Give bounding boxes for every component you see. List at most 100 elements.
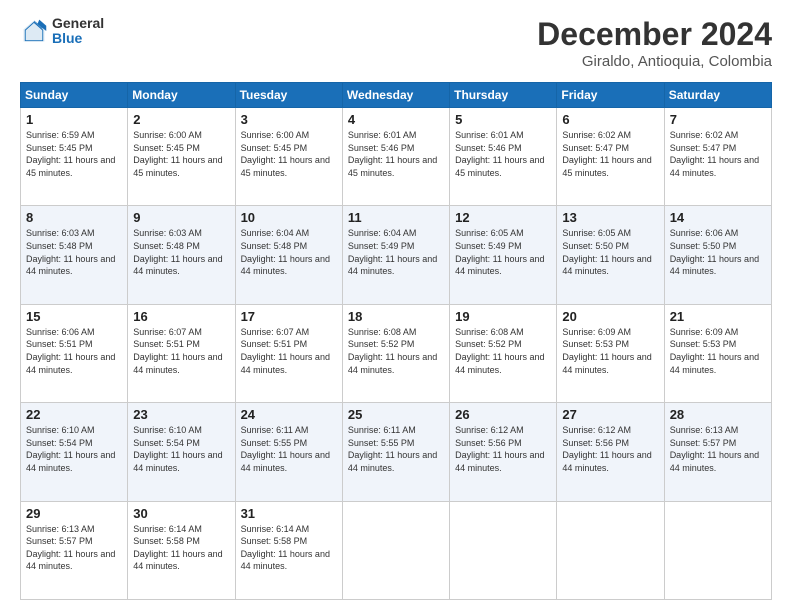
day-number: 3 bbox=[241, 112, 337, 127]
day-info: Sunrise: 6:03 AMSunset: 5:48 PMDaylight:… bbox=[133, 228, 222, 276]
table-row: 29 Sunrise: 6:13 AMSunset: 5:57 PMDayligh… bbox=[21, 501, 128, 599]
table-row: 14 Sunrise: 6:06 AMSunset: 5:50 PMDayligh… bbox=[664, 206, 771, 304]
day-number: 29 bbox=[26, 506, 122, 521]
table-row: 12 Sunrise: 6:05 AMSunset: 5:49 PMDayligh… bbox=[450, 206, 557, 304]
day-number: 22 bbox=[26, 407, 122, 422]
day-number: 1 bbox=[26, 112, 122, 127]
day-number: 24 bbox=[241, 407, 337, 422]
calendar-week-row: 22 Sunrise: 6:10 AMSunset: 5:54 PMDayligh… bbox=[21, 403, 772, 501]
day-info: Sunrise: 6:07 AMSunset: 5:51 PMDaylight:… bbox=[241, 327, 330, 375]
day-number: 2 bbox=[133, 112, 229, 127]
calendar-week-row: 8 Sunrise: 6:03 AMSunset: 5:48 PMDaylight… bbox=[21, 206, 772, 304]
day-info: Sunrise: 6:01 AMSunset: 5:46 PMDaylight:… bbox=[348, 130, 437, 178]
table-row: 7 Sunrise: 6:02 AMSunset: 5:47 PMDaylight… bbox=[664, 108, 771, 206]
table-row: 6 Sunrise: 6:02 AMSunset: 5:47 PMDaylight… bbox=[557, 108, 664, 206]
col-sunday: Sunday bbox=[21, 83, 128, 108]
col-monday: Monday bbox=[128, 83, 235, 108]
day-info: Sunrise: 6:06 AMSunset: 5:51 PMDaylight:… bbox=[26, 327, 115, 375]
table-row: 1 Sunrise: 6:59 AMSunset: 5:45 PMDaylight… bbox=[21, 108, 128, 206]
day-number: 8 bbox=[26, 210, 122, 225]
day-info: Sunrise: 6:00 AMSunset: 5:45 PMDaylight:… bbox=[241, 130, 330, 178]
calendar-week-row: 15Sunrise: 6:06 AMSunset: 5:51 PMDayligh… bbox=[21, 304, 772, 402]
table-row: 18Sunrise: 6:08 AMSunset: 5:52 PMDayligh… bbox=[342, 304, 449, 402]
table-row: 26 Sunrise: 6:12 AMSunset: 5:56 PMDayligh… bbox=[450, 403, 557, 501]
day-number: 10 bbox=[241, 210, 337, 225]
table-row: 23 Sunrise: 6:10 AMSunset: 5:54 PMDayligh… bbox=[128, 403, 235, 501]
day-number: 19 bbox=[455, 309, 551, 324]
day-info: Sunrise: 6:08 AMSunset: 5:52 PMDaylight:… bbox=[348, 327, 437, 375]
day-info: Sunrise: 6:10 AMSunset: 5:54 PMDaylight:… bbox=[133, 425, 222, 473]
day-info: Sunrise: 6:02 AMSunset: 5:47 PMDaylight:… bbox=[670, 130, 759, 178]
table-row bbox=[450, 501, 557, 599]
day-info: Sunrise: 6:13 AMSunset: 5:57 PMDaylight:… bbox=[26, 524, 115, 572]
page: General Blue December 2024 Giraldo, Anti… bbox=[0, 0, 792, 612]
header: General Blue December 2024 Giraldo, Anti… bbox=[20, 16, 772, 70]
table-row: 15Sunrise: 6:06 AMSunset: 5:51 PMDayligh… bbox=[21, 304, 128, 402]
day-info: Sunrise: 6:14 AMSunset: 5:58 PMDaylight:… bbox=[241, 524, 330, 572]
day-number: 25 bbox=[348, 407, 444, 422]
day-info: Sunrise: 6:02 AMSunset: 5:47 PMDaylight:… bbox=[562, 130, 651, 178]
day-number: 5 bbox=[455, 112, 551, 127]
table-row bbox=[342, 501, 449, 599]
day-info: Sunrise: 6:12 AMSunset: 5:56 PMDaylight:… bbox=[562, 425, 651, 473]
day-info: Sunrise: 6:59 AMSunset: 5:45 PMDaylight:… bbox=[26, 130, 115, 178]
table-row bbox=[557, 501, 664, 599]
table-row: 24 Sunrise: 6:11 AMSunset: 5:55 PMDayligh… bbox=[235, 403, 342, 501]
day-info: Sunrise: 6:06 AMSunset: 5:50 PMDaylight:… bbox=[670, 228, 759, 276]
calendar-week-row: 1 Sunrise: 6:59 AMSunset: 5:45 PMDaylight… bbox=[21, 108, 772, 206]
col-tuesday: Tuesday bbox=[235, 83, 342, 108]
table-row: 28 Sunrise: 6:13 AMSunset: 5:57 PMDayligh… bbox=[664, 403, 771, 501]
day-info: Sunrise: 6:05 AMSunset: 5:50 PMDaylight:… bbox=[562, 228, 651, 276]
day-number: 14 bbox=[670, 210, 766, 225]
table-row: 17 Sunrise: 6:07 AMSunset: 5:51 PMDayligh… bbox=[235, 304, 342, 402]
day-number: 7 bbox=[670, 112, 766, 127]
calendar-table: Sunday Monday Tuesday Wednesday Thursday… bbox=[20, 82, 772, 600]
day-info: Sunrise: 6:13 AMSunset: 5:57 PMDaylight:… bbox=[670, 425, 759, 473]
logo-text: General Blue bbox=[52, 16, 104, 47]
table-row: 20Sunrise: 6:09 AMSunset: 5:53 PMDayligh… bbox=[557, 304, 664, 402]
day-info: Sunrise: 6:04 AMSunset: 5:48 PMDaylight:… bbox=[241, 228, 330, 276]
day-info: Sunrise: 6:09 AMSunset: 5:53 PMDaylight:… bbox=[562, 327, 651, 375]
day-number: 12 bbox=[455, 210, 551, 225]
day-info: Sunrise: 6:08 AMSunset: 5:52 PMDaylight:… bbox=[455, 327, 544, 375]
day-info: Sunrise: 6:07 AMSunset: 5:51 PMDaylight:… bbox=[133, 327, 222, 375]
day-info: Sunrise: 6:12 AMSunset: 5:56 PMDaylight:… bbox=[455, 425, 544, 473]
calendar-week-row: 29 Sunrise: 6:13 AMSunset: 5:57 PMDayligh… bbox=[21, 501, 772, 599]
col-saturday: Saturday bbox=[664, 83, 771, 108]
day-number: 16 bbox=[133, 309, 229, 324]
table-row: 2 Sunrise: 6:00 AMSunset: 5:45 PMDaylight… bbox=[128, 108, 235, 206]
table-row: 10 Sunrise: 6:04 AMSunset: 5:48 PMDayligh… bbox=[235, 206, 342, 304]
day-number: 26 bbox=[455, 407, 551, 422]
day-number: 23 bbox=[133, 407, 229, 422]
table-row: 3 Sunrise: 6:00 AMSunset: 5:45 PMDaylight… bbox=[235, 108, 342, 206]
day-info: Sunrise: 6:04 AMSunset: 5:49 PMDaylight:… bbox=[348, 228, 437, 276]
day-info: Sunrise: 6:10 AMSunset: 5:54 PMDaylight:… bbox=[26, 425, 115, 473]
day-number: 27 bbox=[562, 407, 658, 422]
day-number: 21 bbox=[670, 309, 766, 324]
day-number: 13 bbox=[562, 210, 658, 225]
table-row: 11 Sunrise: 6:04 AMSunset: 5:49 PMDayligh… bbox=[342, 206, 449, 304]
logo-icon bbox=[20, 17, 48, 45]
day-info: Sunrise: 6:01 AMSunset: 5:46 PMDaylight:… bbox=[455, 130, 544, 178]
day-info: Sunrise: 6:03 AMSunset: 5:48 PMDaylight:… bbox=[26, 228, 115, 276]
table-row: 22 Sunrise: 6:10 AMSunset: 5:54 PMDayligh… bbox=[21, 403, 128, 501]
day-number: 28 bbox=[670, 407, 766, 422]
day-info: Sunrise: 6:00 AMSunset: 5:45 PMDaylight:… bbox=[133, 130, 222, 178]
day-number: 17 bbox=[241, 309, 337, 324]
day-number: 6 bbox=[562, 112, 658, 127]
day-info: Sunrise: 6:05 AMSunset: 5:49 PMDaylight:… bbox=[455, 228, 544, 276]
table-row: 19 Sunrise: 6:08 AMSunset: 5:52 PMDayligh… bbox=[450, 304, 557, 402]
calendar-header-row: Sunday Monday Tuesday Wednesday Thursday… bbox=[21, 83, 772, 108]
day-info: Sunrise: 6:11 AMSunset: 5:55 PMDaylight:… bbox=[348, 425, 437, 473]
title-block: December 2024 Giraldo, Antioquia, Colomb… bbox=[537, 16, 772, 70]
logo-blue-text: Blue bbox=[52, 31, 104, 46]
table-row bbox=[664, 501, 771, 599]
table-row: 25 Sunrise: 6:11 AMSunset: 5:55 PMDayligh… bbox=[342, 403, 449, 501]
table-row: 9Sunrise: 6:03 AMSunset: 5:48 PMDaylight… bbox=[128, 206, 235, 304]
logo: General Blue bbox=[20, 16, 104, 47]
day-info: Sunrise: 6:11 AMSunset: 5:55 PMDaylight:… bbox=[241, 425, 330, 473]
day-number: 11 bbox=[348, 210, 444, 225]
day-number: 30 bbox=[133, 506, 229, 521]
col-friday: Friday bbox=[557, 83, 664, 108]
day-number: 31 bbox=[241, 506, 337, 521]
